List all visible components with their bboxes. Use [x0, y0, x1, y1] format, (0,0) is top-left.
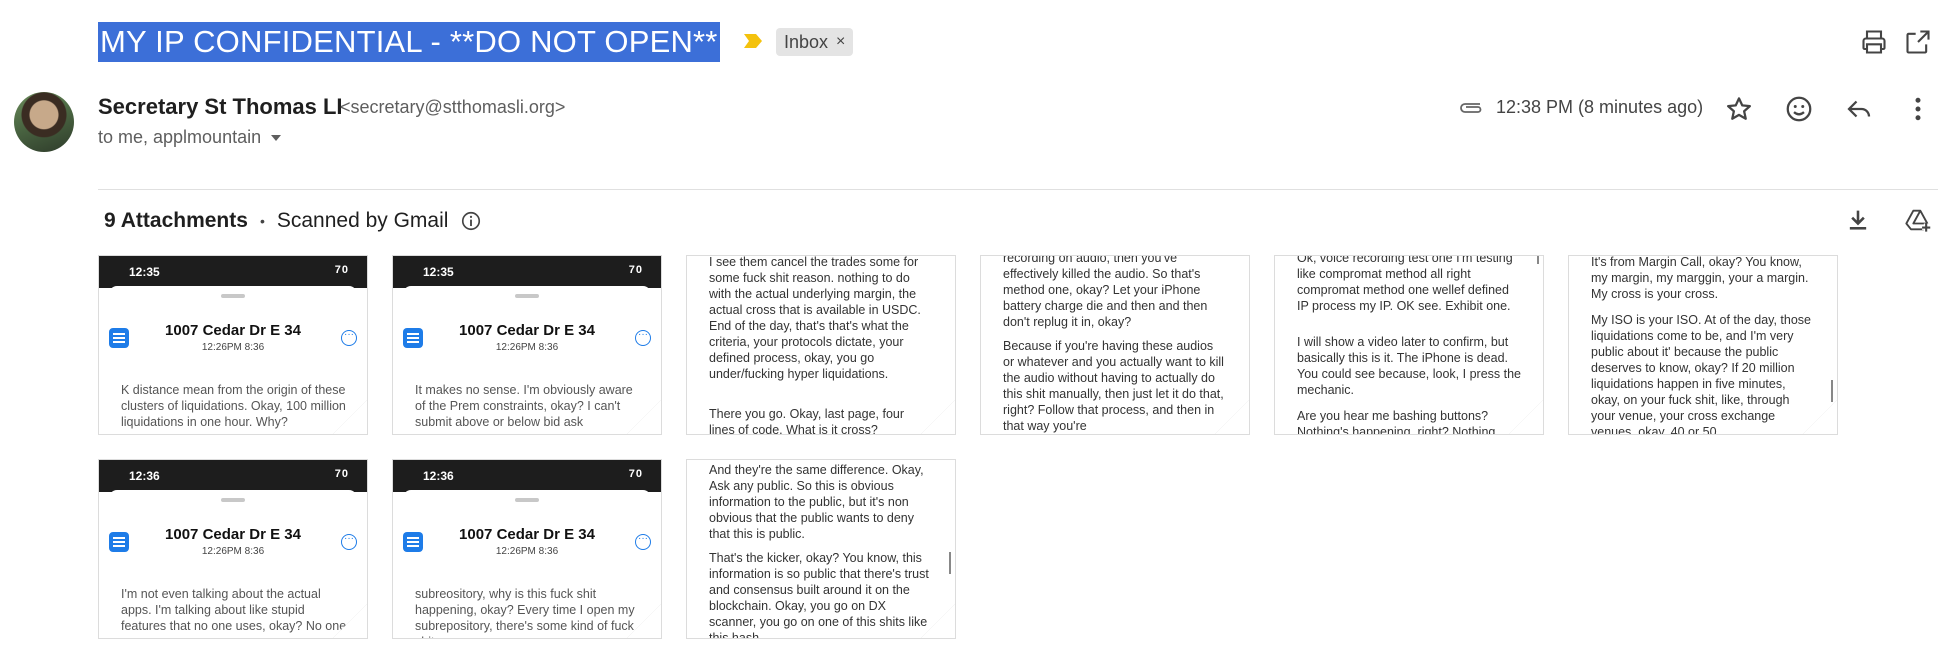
recording-title: 1007 Cedar Dr E 34 — [165, 526, 301, 543]
transcript-paragraph: Ok, voice recording test one I'm testing… — [1297, 255, 1513, 313]
attachment-thumbnail[interactable]: I see them cancel the trades some for so… — [686, 255, 956, 435]
transcript-paragraph: I see them cancel the trades some for so… — [709, 255, 921, 381]
sheet-handle — [515, 294, 539, 298]
attachment-thumbnail[interactable]: 12:36 70 ··· 1007 Cedar Dr E 34 12:26PM … — [392, 459, 662, 639]
transcript-text: subreository, why is this fuck shit happ… — [415, 587, 635, 638]
phone-status-bar: 12:36 70 — [99, 460, 367, 492]
recipients-toggle[interactable]: to me, applmountain — [98, 127, 283, 148]
transcript-text: K distance mean from the origin of these… — [121, 383, 346, 429]
download-all-icon[interactable] — [1844, 206, 1872, 234]
transcript-text: I'm not even talking about the actual ap… — [121, 587, 347, 638]
phone-clock: 12:35 — [423, 265, 454, 279]
paperclip-icon — [1460, 103, 1482, 113]
sheet-handle — [515, 498, 539, 502]
phone-clock: 12:35 — [129, 265, 160, 279]
attachments-header: 9 Attachments • Scanned by Gmail — [104, 209, 482, 233]
more-vertical-icon[interactable] — [1903, 94, 1933, 124]
emoji-reaction-icon[interactable] — [1784, 94, 1814, 124]
transcript-paragraph: My ISO is your ISO. At of the day, those… — [1591, 313, 1812, 435]
recording-title: 1007 Cedar Dr E 34 — [459, 526, 595, 543]
recording-meta: 12:26PM 8:36 — [201, 342, 265, 353]
add-to-drive-icon[interactable] — [1904, 206, 1932, 234]
separator-dot: • — [259, 213, 265, 229]
transcript-text: It makes no sense. I'm obviously aware o… — [415, 383, 633, 429]
phone-status-bar: 12:35 70 — [393, 256, 661, 288]
inbox-label-chip: Inbox × — [776, 28, 854, 56]
inbox-label-text: Inbox — [784, 32, 829, 52]
recording-title: 1007 Cedar Dr E 34 — [459, 322, 595, 339]
sender-email: <secretary@stthomasli.org> — [340, 97, 566, 117]
transcript-paragraph: Because if you're having these audios or… — [1003, 339, 1224, 433]
scanned-by-gmail-label: Scanned by Gmail — [276, 209, 449, 232]
importance-marker-icon[interactable] — [742, 32, 764, 50]
recording-meta: 12:26PM 8:36 — [495, 342, 559, 353]
phone-clock: 12:36 — [423, 469, 454, 483]
header-divider — [98, 189, 1938, 190]
phone-clock: 12:36 — [129, 469, 160, 483]
transcript-paragraph: And they're the same difference. Okay, A… — [709, 463, 924, 541]
transcript-paragraph: It's from Margin Call, okay? You know, m… — [1591, 255, 1809, 301]
phone-battery: 70 — [334, 264, 349, 276]
attachment-thumbnail[interactable]: recording on audio, then you've effectiv… — [980, 255, 1250, 435]
recording-meta: 12:26PM 8:36 — [495, 546, 559, 557]
transcript-paragraph: That's the kicker, okay? You know, this … — [709, 551, 929, 639]
star-icon[interactable] — [1724, 94, 1754, 124]
phone-battery: 70 — [628, 468, 643, 480]
sender-name[interactable]: Secretary St Thomas LI — [98, 94, 343, 120]
transcript-paragraph: recording on audio, then you've effectiv… — [1003, 255, 1208, 329]
sheet-handle — [221, 294, 245, 298]
attachment-thumbnail[interactable]: It's from Margin Call, okay? You know, m… — [1568, 255, 1838, 435]
attachment-thumbnail[interactable]: Ok, voice recording test one I'm testing… — [1274, 255, 1544, 435]
transcript-paragraph: I will show a video later to confirm, bu… — [1297, 335, 1521, 397]
phone-status-bar: 12:35 70 — [99, 256, 367, 288]
reply-icon[interactable] — [1844, 94, 1874, 124]
remove-label-button[interactable]: × — [836, 28, 845, 56]
attachment-thumbnail[interactable]: 12:35 70 ··· 1007 Cedar Dr E 34 12:26PM … — [392, 255, 662, 435]
phone-battery: 70 — [334, 468, 349, 480]
phone-battery: 70 — [628, 264, 643, 276]
open-in-new-window-icon[interactable] — [1904, 28, 1932, 56]
transcript-paragraph: Are you hear me bashing buttons? Nothing… — [1297, 409, 1499, 435]
info-icon[interactable] — [460, 210, 482, 232]
scrollbar-thumb — [949, 552, 951, 574]
phone-status-bar: 12:36 70 — [393, 460, 661, 492]
attachments-count: 9 Attachments — [104, 209, 248, 232]
attachment-thumbnail[interactable]: And they're the same difference. Okay, A… — [686, 459, 956, 639]
scrollbar-thumb — [1537, 256, 1539, 264]
recipients-text: to me, applmountain — [98, 127, 262, 147]
sheet-handle — [221, 498, 245, 502]
printer-icon[interactable] — [1860, 28, 1888, 56]
recording-meta: 12:26PM 8:36 — [201, 546, 265, 557]
scrollbar-thumb — [1831, 380, 1833, 402]
transcript-paragraph: There you go. Okay, last page, four line… — [709, 407, 905, 435]
attachment-thumbnail[interactable]: 12:35 70 ··· 1007 Cedar Dr E 34 12:26PM … — [98, 255, 368, 435]
chevron-down-icon — [271, 134, 282, 141]
received-time: 12:38 PM (8 minutes ago) — [1496, 97, 1704, 117]
recording-title: 1007 Cedar Dr E 34 — [165, 322, 301, 339]
attachment-thumbnail[interactable]: 12:36 70 ··· 1007 Cedar Dr E 34 12:26PM … — [98, 459, 368, 639]
sender-avatar[interactable] — [14, 92, 74, 152]
email-subject: MY IP CONFIDENTIAL - **DO NOT OPEN** — [98, 22, 720, 62]
